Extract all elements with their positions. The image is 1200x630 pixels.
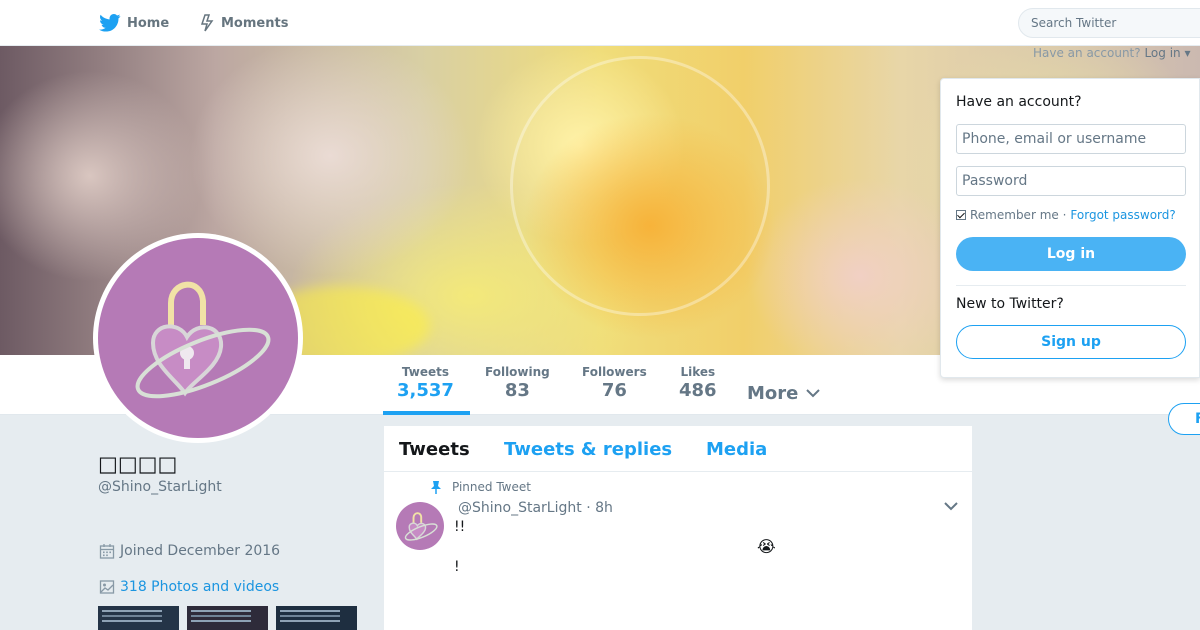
- stat-tweets[interactable]: Tweets 3,537: [397, 365, 454, 401]
- pin-icon: [431, 481, 441, 494]
- calendar-icon: [99, 544, 115, 559]
- login-dropdown: Have an account? Phone, email or usernam…: [940, 78, 1200, 378]
- photos-label: 318 Photos and videos: [120, 579, 280, 595]
- tweet-text: !!: [454, 519, 466, 535]
- chevron-down-icon[interactable]: [944, 502, 958, 511]
- login-hint-link[interactable]: Log in ▾: [1144, 46, 1190, 60]
- tweet-avatar[interactable]: [396, 502, 444, 550]
- pinned-label: Pinned Tweet: [452, 480, 531, 494]
- login-hint-prefix: Have an account?: [1033, 46, 1141, 60]
- image-icon: [99, 580, 115, 594]
- photos-videos-link[interactable]: 318 Photos and videos: [99, 579, 279, 595]
- forgot-password-link[interactable]: Forgot password?: [1070, 208, 1175, 222]
- more-button[interactable]: More: [747, 383, 821, 404]
- stat-value: 76: [601, 380, 627, 401]
- tab-tweets-replies[interactable]: Tweets & replies: [504, 439, 672, 460]
- joined-date: Joined December 2016: [99, 543, 280, 559]
- tweet-header[interactable]: @Shino_StarLight · 8h: [458, 500, 613, 516]
- more-label: More: [747, 383, 799, 404]
- stat-value: 3,537: [397, 380, 454, 401]
- chevron-down-icon: [806, 389, 821, 398]
- profile-avatar[interactable]: [93, 233, 303, 443]
- stat-label: Followers: [582, 365, 647, 379]
- tweet-emoji: 😭: [757, 537, 776, 556]
- stat-following[interactable]: Following 83: [485, 365, 550, 401]
- divider: [956, 285, 1186, 286]
- stat-label: Following: [485, 365, 550, 379]
- profile-name: □□□□: [98, 452, 178, 476]
- lightning-icon: [200, 14, 214, 32]
- heart-padlock-icon: [135, 281, 271, 399]
- nav-moments[interactable]: Moments: [199, 0, 288, 46]
- media-thumbnail[interactable]: [187, 606, 268, 630]
- joined-label: Joined December 2016: [120, 543, 281, 559]
- nav-home[interactable]: Home: [99, 0, 169, 46]
- avatar-image: [98, 238, 298, 438]
- media-thumbnail[interactable]: [98, 606, 179, 630]
- login-button[interactable]: Log in: [956, 237, 1186, 271]
- search-input[interactable]: Search Twitter: [1018, 8, 1200, 38]
- pinned-indicator: Pinned Tweet: [430, 480, 531, 494]
- login-title: Have an account?: [956, 94, 1082, 110]
- stat-label: Tweets: [401, 365, 450, 379]
- stat-value: 486: [679, 380, 717, 401]
- twitter-bird-icon: [99, 14, 121, 32]
- new-to-twitter-label: New to Twitter?: [956, 296, 1064, 312]
- signup-button[interactable]: Sign up: [956, 325, 1186, 359]
- login-hint[interactable]: Have an account? Log in ▾: [1033, 46, 1190, 60]
- password-field[interactable]: Password: [956, 166, 1186, 196]
- remember-me-label: Remember me ·: [970, 208, 1067, 222]
- active-stat-underline: [383, 411, 470, 415]
- tweet-text: !: [454, 559, 460, 575]
- stat-followers[interactable]: Followers 76: [582, 365, 647, 401]
- stat-likes[interactable]: Likes 486: [679, 365, 717, 401]
- nav-home-label: Home: [127, 15, 170, 31]
- stat-value: 83: [504, 380, 530, 401]
- media-thumbnail[interactable]: [276, 606, 357, 630]
- stat-label: Likes: [680, 365, 716, 379]
- top-nav-bar: Home Moments Search Twitter: [0, 0, 1200, 46]
- profile-handle[interactable]: @Shino_StarLight: [98, 479, 222, 495]
- tab-tweets[interactable]: Tweets: [399, 439, 470, 460]
- username-field[interactable]: Phone, email or username: [956, 124, 1186, 154]
- banner-clock-motif: [510, 56, 770, 316]
- remember-me-checkbox[interactable]: [956, 210, 966, 220]
- nav-moments-label: Moments: [221, 15, 289, 31]
- tab-media[interactable]: Media: [706, 439, 767, 460]
- timeline-tabs: Tweets Tweets & replies Media: [384, 426, 972, 472]
- timeline: Tweets Tweets & replies Media Pinned Twe…: [384, 426, 972, 630]
- heart-padlock-icon: [404, 512, 438, 541]
- remember-me-row: Remember me · Forgot password?: [956, 208, 1176, 222]
- follow-button[interactable]: F: [1168, 403, 1200, 435]
